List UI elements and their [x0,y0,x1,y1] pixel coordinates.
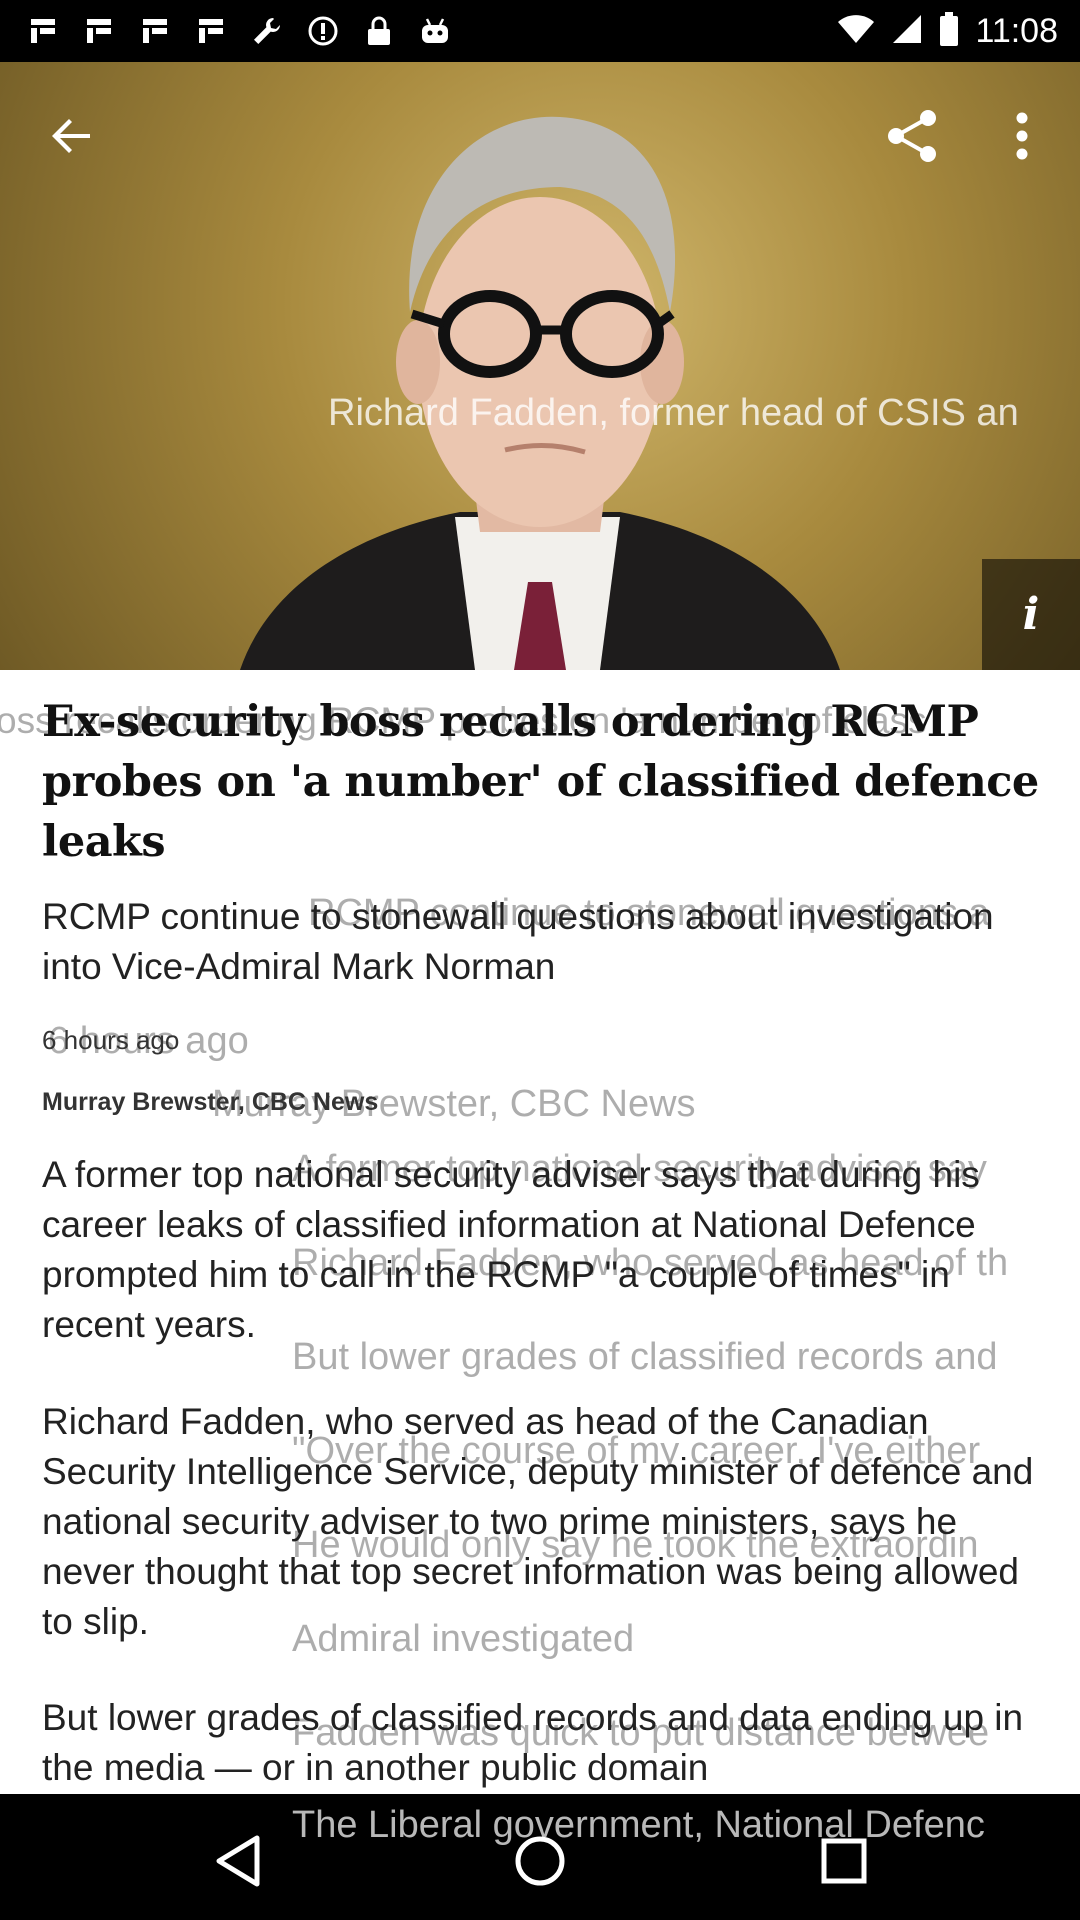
triangle-back-icon [216,1835,260,1887]
notification-icon [194,14,228,48]
article-paragraph: Richard Fadden, who served as head of th… [42,1401,1034,1642]
alert-icon [306,14,340,48]
nav-ghost-text: The Liberal government, National Defenc [292,1804,985,1846]
wifi-icon [837,14,875,49]
article-content: oss recalls ordering RCMP probes on 'a n… [0,670,1080,1794]
article-timestamp: 6 hours ago [42,1025,180,1055]
clock: 11:08 [975,11,1058,50]
article-paragraph: But lower grades of classified records a… [42,1697,1024,1788]
more-options-button[interactable] [982,96,1062,176]
wrench-icon [250,14,284,48]
notification-icon [138,14,172,48]
notification-icon [26,14,60,48]
android-icon [418,14,452,48]
nav-back-button[interactable] [193,1816,283,1906]
hero-caption-overlay: Richard Fadden, former head of CSIS an [328,392,1019,434]
battery-icon [939,11,959,51]
article-byline: Murray Brewster, CBC News [42,1088,379,1116]
lock-icon [362,14,396,48]
notification-icon [82,14,116,48]
share-icon [888,110,936,162]
article-subhead: RCMP continue to stonewall questions abo… [42,896,994,987]
article-paragraph: A former top national security adviser s… [42,1154,980,1345]
status-bar: 11:08 [0,0,1080,62]
image-info-button[interactable]: i [982,559,1080,670]
hero-image: Richard Fadden, former head of CSIS an i [0,62,1080,670]
back-button[interactable] [32,96,112,176]
status-icons [0,14,452,48]
more-vert-icon [1016,112,1028,160]
status-right: 11:08 [837,11,1080,51]
article-headline: Ex-security boss recalls ordering RCMP p… [42,697,1039,867]
signal-icon [891,13,923,50]
arrow-left-icon [52,119,90,153]
share-button[interactable] [872,96,952,176]
